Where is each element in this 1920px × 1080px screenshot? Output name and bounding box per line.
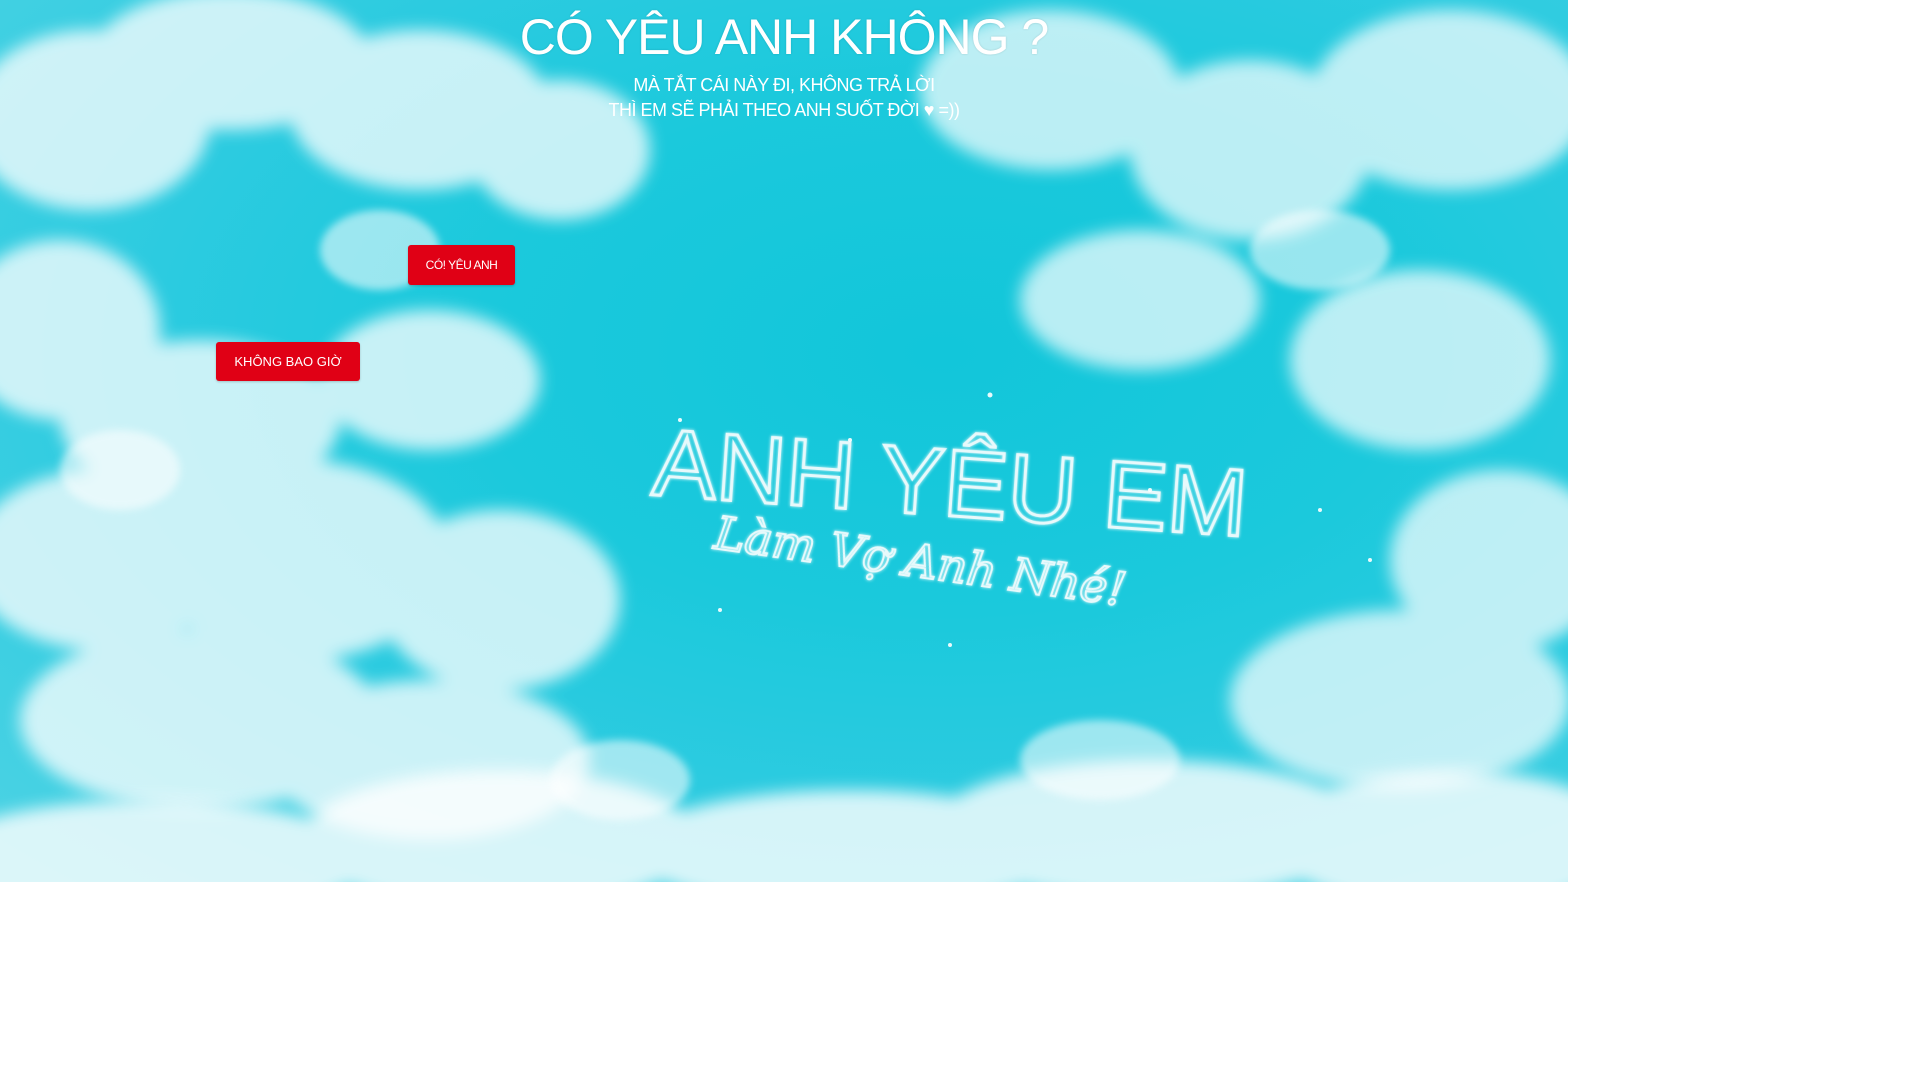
sky-writing: ANH YÊU EM Làm Vợ Anh Nhé! [648,392,1372,647]
never-button[interactable]: KHÔNG BAO GIỜ [216,342,360,381]
page: CÓ YÊU ANH KHÔNG ? MÀ TẮT CÁI NÀY ĐI, KH… [0,0,1568,882]
page-title: CÓ YÊU ANH KHÔNG ? [519,9,1049,65]
subtitle-line-2: THÌ EM SẼ PHẢI THEO ANH SUỐT ĐỜI ♥ =)) [608,100,960,120]
subtitle-line-1: MÀ TẮT CÁI NÀY ĐI, KHÔNG TRẢ LỜI [633,75,935,95]
yes-love-button[interactable]: CÓ! YÊU ANH [408,245,515,285]
